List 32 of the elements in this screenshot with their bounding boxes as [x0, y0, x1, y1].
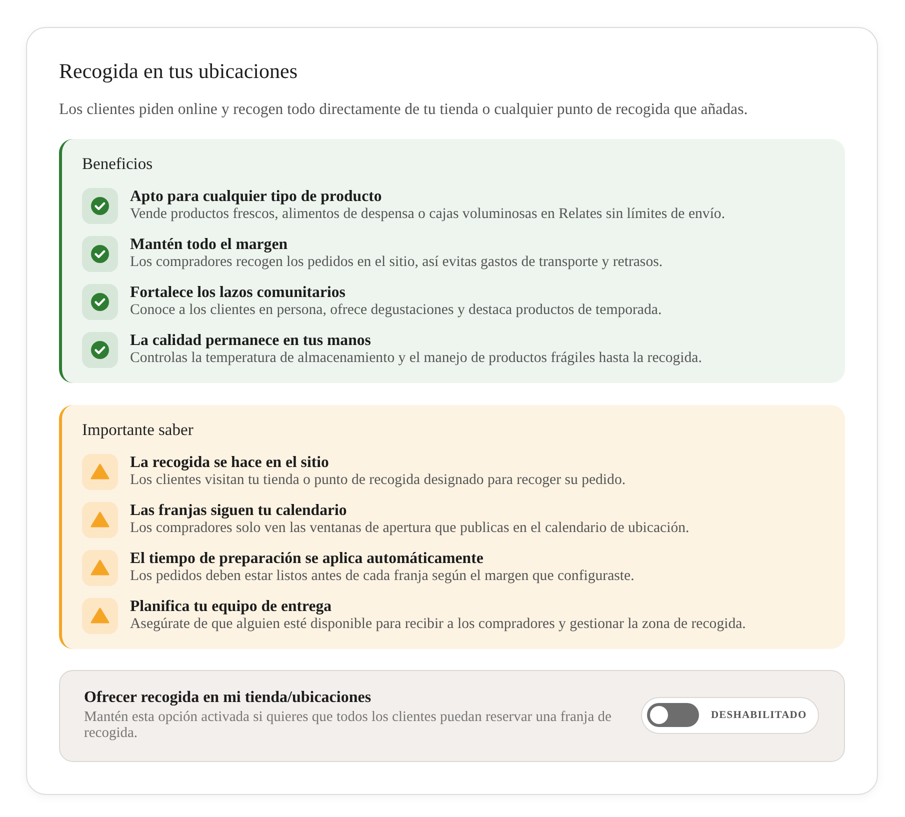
option-description: Mantén esta opción activada si quieres que todos los clientes puedan reservar una franja de recogida.: [84, 709, 612, 741]
item-description: Los compradores solo ven las ventanas de apertura que publicas en el calendario de ubicación.: [130, 520, 690, 537]
item-title: Las franjas siguen tu calendario: [130, 502, 348, 520]
item-description: Controlas la temperatura de almacenamiento y el manejo de productos frágiles hasta la recogida.: [130, 350, 702, 367]
item-description: Los pedidos deben estar listos antes de cada franja según el margen que configuraste.: [130, 568, 634, 585]
check-icon: [82, 332, 118, 368]
item-description: Asegúrate de que alguien esté disponible para recibir a los compradores y gestionar la zona de recogida.: [130, 616, 746, 633]
check-icon: [82, 284, 118, 320]
toggle-button[interactable]: DESHABILITADO: [641, 696, 819, 734]
item-title: Apto para cualquier tipo de producto: [130, 188, 383, 206]
option-title: Ofrecer recogida en mi tienda/ubicaciones: [84, 689, 372, 707]
item-title: Mantén todo el margen: [130, 236, 289, 254]
item-title: Planifica tu equipo de entrega: [130, 598, 333, 616]
warning-icon: [82, 502, 118, 538]
warning-icon: [82, 550, 118, 586]
panel-heading: Beneficios: [82, 154, 154, 174]
item-description: Vende productos frescos, alimentos de despensa o cajas voluminosas en Relates sin límites de envío.: [130, 206, 726, 223]
section-description: Los clientes piden online y recogen todo directamente de tu tienda o cualquier punto de recogida que añadas.: [59, 101, 749, 119]
panel-heading: Importante saber: [82, 420, 194, 440]
check-icon: [82, 236, 118, 272]
section-title: Recogida en tus ubicaciones: [59, 58, 299, 84]
item-description: Los clientes visitan tu tienda o punto de recogida designado para recoger su pedido.: [130, 472, 626, 489]
check-icon: [82, 188, 118, 224]
warning-icon: [82, 454, 118, 490]
toggle-switch[interactable]: [647, 703, 699, 727]
item-title: La calidad permanece en tus manos: [130, 332, 372, 350]
item-title: Fortalece los lazos comunitarios: [130, 284, 346, 302]
item-description: Los compradores recogen los pedidos en el sitio, así evitas gastos de transporte y retrasos.: [130, 254, 663, 271]
warning-icon: [82, 598, 118, 634]
item-title: El tiempo de preparación se aplica automáticamente: [130, 550, 484, 568]
item-title: La recogida se hace en el sitio: [130, 454, 330, 472]
item-description: Conoce a los clientes en persona, ofrece degustaciones y destaca productos de temporada.: [130, 302, 662, 319]
